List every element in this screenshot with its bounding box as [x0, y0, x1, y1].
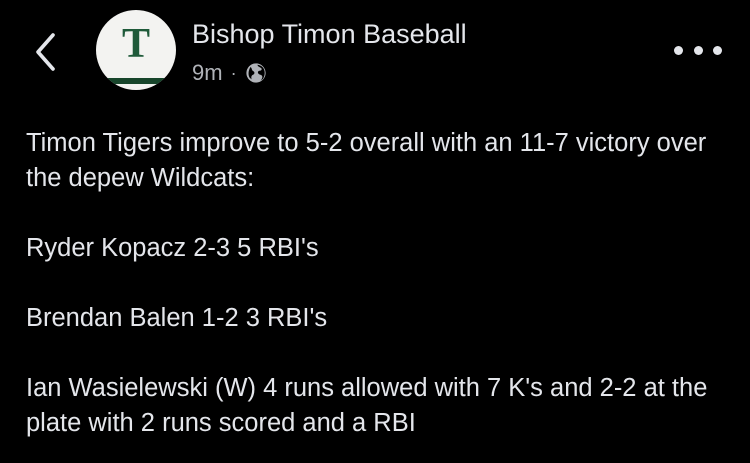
post-paragraph: Timon Tigers improve to 5-2 overall with… — [26, 129, 707, 192]
avatar-stripe — [96, 78, 176, 84]
post-timestamp[interactable]: 9m — [192, 60, 223, 86]
globe-icon[interactable] — [245, 62, 267, 84]
page-avatar[interactable]: T — [96, 10, 176, 90]
post-paragraph: Ian Wasielewski (W) 4 runs allowed with … — [26, 374, 708, 437]
meta-separator: · — [230, 62, 237, 83]
more-dot-icon — [674, 45, 683, 55]
post-text: Timon Tigers improve to 5-2 overall with… — [26, 126, 726, 441]
post-paragraph: Brendan Balen 1-2 3 RBI's — [26, 304, 328, 332]
post-header: T Bishop Timon Baseball 9m · — [0, 0, 750, 100]
chevron-left-icon — [36, 33, 55, 71]
back-button[interactable] — [28, 30, 62, 74]
more-dot-icon — [693, 45, 703, 55]
post-paragraph: Ryder Kopacz 2-3 5 RBI's — [26, 234, 319, 262]
more-dot-icon — [713, 45, 722, 55]
more-options-button[interactable] — [674, 36, 722, 64]
post-meta: 9m · — [192, 58, 267, 88]
avatar-logo-letter: T — [121, 21, 150, 67]
page-name[interactable]: Bishop Timon Baseball — [192, 17, 467, 51]
